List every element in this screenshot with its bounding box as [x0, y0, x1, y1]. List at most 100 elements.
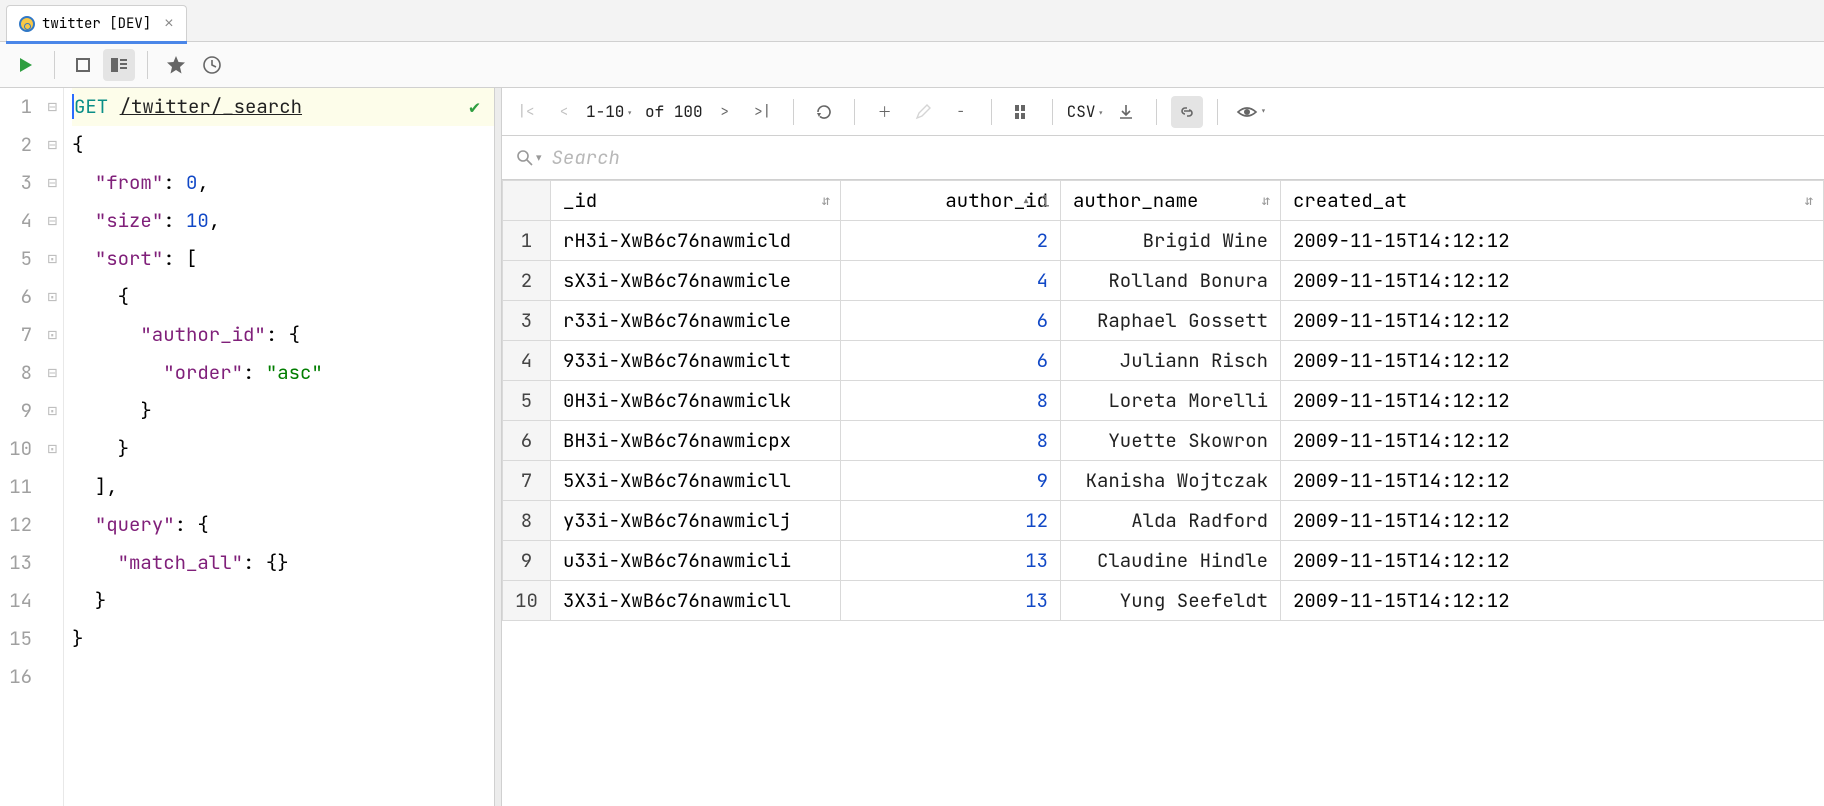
- cell-author-name[interactable]: Yung Seefeldt: [1061, 581, 1281, 621]
- code-editor[interactable]: GET /twitter/_search { "from": 0, "size"…: [64, 88, 494, 806]
- stop-button[interactable]: [67, 49, 99, 81]
- tab-twitter[interactable]: twitter [DEV] ×: [6, 5, 187, 41]
- next-page-button[interactable]: >: [709, 96, 741, 128]
- cell-author-name[interactable]: Raphael Gossett: [1061, 301, 1281, 341]
- cell-created-at[interactable]: 2009-11-15T14:12:12: [1281, 501, 1824, 541]
- cell-author-name[interactable]: Claudine Hindle: [1061, 541, 1281, 581]
- close-icon[interactable]: ×: [164, 15, 173, 33]
- cell-created-at[interactable]: 2009-11-15T14:12:12: [1281, 221, 1824, 261]
- split-handle[interactable]: [494, 88, 502, 806]
- star-button[interactable]: [160, 49, 192, 81]
- cell-created-at[interactable]: 2009-11-15T14:12:12: [1281, 581, 1824, 621]
- search-icon: [516, 149, 534, 167]
- cell-author-name[interactable]: Juliann Risch: [1061, 341, 1281, 381]
- table-row[interactable]: 6 BH3i-XwB6c76nawmicpx 8 Yuette Skowron …: [503, 421, 1824, 461]
- cell-created-at[interactable]: 2009-11-15T14:12:12: [1281, 261, 1824, 301]
- run-button[interactable]: [10, 49, 42, 81]
- search-row: ▾: [502, 136, 1824, 180]
- cell-author-id[interactable]: 13: [841, 541, 1061, 581]
- row-number[interactable]: 7: [503, 461, 551, 501]
- export-format[interactable]: CSV▾: [1067, 101, 1104, 122]
- link-button[interactable]: [1171, 96, 1203, 128]
- row-number[interactable]: 1: [503, 221, 551, 261]
- cell-author-id[interactable]: 6: [841, 301, 1061, 341]
- col-id[interactable]: _id⇵: [551, 181, 841, 221]
- check-icon: ✔: [469, 96, 480, 119]
- table-row[interactable]: 7 5X3i-XwB6c76nawmicll 9 Kanisha Wojtcza…: [503, 461, 1824, 501]
- col-author-id[interactable]: author_id▴ 1: [841, 181, 1061, 221]
- edit-row-button[interactable]: [907, 96, 939, 128]
- table-row[interactable]: 5 0H3i-XwB6c76nawmiclk 8 Loreta Morelli …: [503, 381, 1824, 421]
- cell-created-at[interactable]: 2009-11-15T14:12:12: [1281, 421, 1824, 461]
- row-number[interactable]: 3: [503, 301, 551, 341]
- tab-bar: twitter [DEV] ×: [0, 0, 1824, 42]
- cell-author-name[interactable]: Alda Radford: [1061, 501, 1281, 541]
- cell-author-id[interactable]: 9: [841, 461, 1061, 501]
- cell-id[interactable]: 933i-XwB6c76nawmiclt: [551, 341, 841, 381]
- cell-id[interactable]: 5X3i-XwB6c76nawmicll: [551, 461, 841, 501]
- table-row[interactable]: 9 u33i-XwB6c76nawmicli 13 Claudine Hindl…: [503, 541, 1824, 581]
- cell-id[interactable]: sX3i-XwB6c76nawmicle: [551, 261, 841, 301]
- cell-author-id[interactable]: 12: [841, 501, 1061, 541]
- cell-id[interactable]: u33i-XwB6c76nawmicli: [551, 541, 841, 581]
- cell-id[interactable]: y33i-XwB6c76nawmiclj: [551, 501, 841, 541]
- cell-author-id[interactable]: 6: [841, 341, 1061, 381]
- cell-created-at[interactable]: 2009-11-15T14:12:12: [1281, 301, 1824, 341]
- corner-cell[interactable]: [503, 181, 551, 221]
- cell-id[interactable]: BH3i-XwB6c76nawmicpx: [551, 421, 841, 461]
- add-row-button[interactable]: ＋: [869, 96, 901, 128]
- cell-author-id[interactable]: 4: [841, 261, 1061, 301]
- results-table-wrap: _id⇵ author_id▴ 1 author_name⇵ created_a…: [502, 180, 1824, 806]
- table-row[interactable]: 10 3X3i-XwB6c76nawmicll 13 Yung Seefeldt…: [503, 581, 1824, 621]
- cell-created-at[interactable]: 2009-11-15T14:12:12: [1281, 461, 1824, 501]
- col-created-at[interactable]: created_at⇵: [1281, 181, 1824, 221]
- cell-created-at[interactable]: 2009-11-15T14:12:12: [1281, 381, 1824, 421]
- search-options-icon[interactable]: ▾: [536, 151, 542, 164]
- http-method: GET: [72, 94, 108, 119]
- history-button[interactable]: [196, 49, 228, 81]
- table-row[interactable]: 1 rH3i-XwB6c76nawmicld 2 Brigid Wine 200…: [503, 221, 1824, 261]
- table-row[interactable]: 2 sX3i-XwB6c76nawmicle 4 Rolland Bonura …: [503, 261, 1824, 301]
- fold-gutter[interactable]: ⊟⊟⊟⊟⊡⊡⊡⊟⊡⊡: [42, 88, 64, 806]
- row-number[interactable]: 10: [503, 581, 551, 621]
- cell-id[interactable]: 3X3i-XwB6c76nawmicll: [551, 581, 841, 621]
- row-number[interactable]: 4: [503, 341, 551, 381]
- row-number[interactable]: 8: [503, 501, 551, 541]
- cell-author-name[interactable]: Loreta Morelli: [1061, 381, 1281, 421]
- eye-button[interactable]: ▾: [1232, 96, 1271, 128]
- results-toolbar: |< < 1-10▾ of 100 > >| ＋ − CSV▾: [502, 88, 1824, 136]
- col-author-name[interactable]: author_name⇵: [1061, 181, 1281, 221]
- cell-author-name[interactable]: Yuette Skowron: [1061, 421, 1281, 461]
- columns-button[interactable]: [1006, 96, 1038, 128]
- cell-id[interactable]: 0H3i-XwB6c76nawmiclk: [551, 381, 841, 421]
- table-row[interactable]: 3 r33i-XwB6c76nawmicle 6 Raphael Gossett…: [503, 301, 1824, 341]
- page-range[interactable]: 1-10▾: [586, 101, 633, 122]
- cell-author-id[interactable]: 13: [841, 581, 1061, 621]
- first-page-button[interactable]: |<: [510, 96, 542, 128]
- row-number[interactable]: 5: [503, 381, 551, 421]
- search-input[interactable]: [552, 145, 1810, 170]
- cell-created-at[interactable]: 2009-11-15T14:12:12: [1281, 541, 1824, 581]
- line-gutter: 12345678910111213141516: [0, 88, 42, 806]
- view-layout-button[interactable]: [103, 49, 135, 81]
- row-number[interactable]: 6: [503, 421, 551, 461]
- cell-id[interactable]: rH3i-XwB6c76nawmicld: [551, 221, 841, 261]
- cell-author-name[interactable]: Kanisha Wojtczak: [1061, 461, 1281, 501]
- cell-author-name[interactable]: Rolland Bonura: [1061, 261, 1281, 301]
- row-number[interactable]: 9: [503, 541, 551, 581]
- remove-row-button[interactable]: −: [945, 96, 977, 128]
- cell-author-id[interactable]: 8: [841, 381, 1061, 421]
- editor-toolbar: [0, 42, 1824, 88]
- table-row[interactable]: 4 933i-XwB6c76nawmiclt 6 Juliann Risch 2…: [503, 341, 1824, 381]
- cell-author-name[interactable]: Brigid Wine: [1061, 221, 1281, 261]
- prev-page-button[interactable]: <: [548, 96, 580, 128]
- row-number[interactable]: 2: [503, 261, 551, 301]
- table-row[interactable]: 8 y33i-XwB6c76nawmiclj 12 Alda Radford 2…: [503, 501, 1824, 541]
- cell-author-id[interactable]: 8: [841, 421, 1061, 461]
- cell-id[interactable]: r33i-XwB6c76nawmicle: [551, 301, 841, 341]
- download-button[interactable]: [1110, 96, 1142, 128]
- last-page-button[interactable]: >|: [747, 96, 779, 128]
- refresh-button[interactable]: [808, 96, 840, 128]
- cell-author-id[interactable]: 2: [841, 221, 1061, 261]
- cell-created-at[interactable]: 2009-11-15T14:12:12: [1281, 341, 1824, 381]
